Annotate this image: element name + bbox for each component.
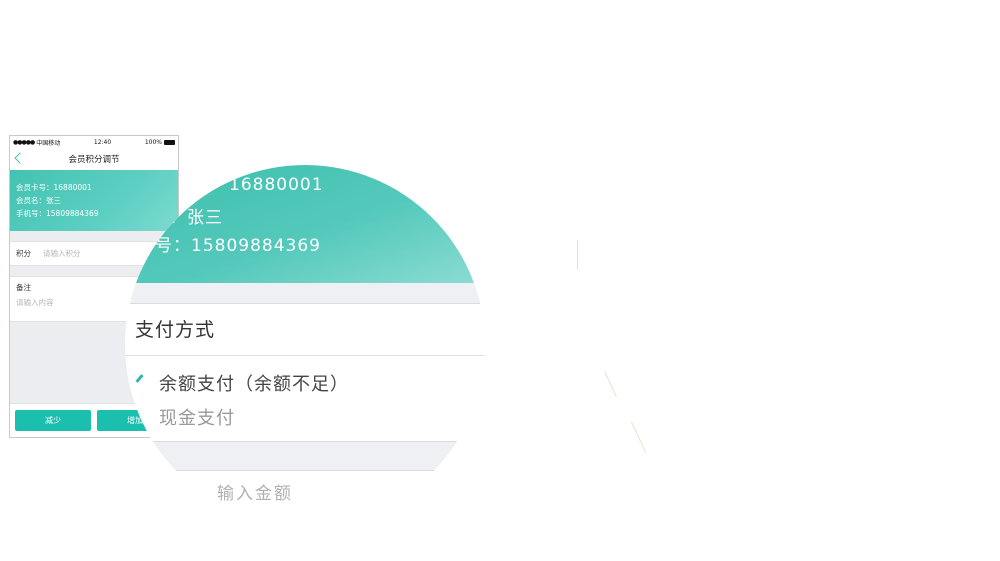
zoomed-card-number: 16880001 xyxy=(229,175,324,195)
check-icon xyxy=(135,374,144,383)
divider xyxy=(125,355,485,356)
status-time: 12:40 xyxy=(93,138,112,146)
payment-method-title: 支付方式 xyxy=(135,319,216,341)
battery-icon xyxy=(164,139,175,145)
decorative-line xyxy=(577,240,578,270)
signal-icon: ●●●●● xyxy=(13,138,35,146)
status-bar: ●●●●● 中国移动 12:40 100% xyxy=(10,136,178,148)
decorative-line xyxy=(630,421,647,453)
cash-payment-option[interactable]: 现金支付 xyxy=(159,404,235,430)
decorative-line xyxy=(604,371,617,397)
zoomed-bottom-gap xyxy=(125,441,485,471)
carrier-label: 中国移动 xyxy=(36,139,61,147)
balance-payment-option[interactable]: 余额支付（余额不足） xyxy=(159,370,349,396)
back-chevron-icon[interactable] xyxy=(14,152,26,164)
page-title: 会员积分调节 xyxy=(68,155,120,165)
battery-percent: 100% xyxy=(144,138,162,146)
points-label: 积分 xyxy=(16,249,31,258)
amount-input[interactable]: 输入金额 xyxy=(217,479,293,504)
decrease-button[interactable]: 减少 xyxy=(15,410,91,431)
zoomed-section-gap xyxy=(125,283,485,304)
magnifier-zoom: 16880001 ：张三 号：15809884369 支付方式 余额支付（余额不… xyxy=(125,165,485,525)
zoomed-member-name: ：张三 xyxy=(169,208,223,228)
zoomed-member-card: 16880001 ：张三 号：15809884369 xyxy=(125,165,485,283)
points-input[interactable]: 请输入积分 xyxy=(43,248,81,259)
zoomed-member-phone: 号：15809884369 xyxy=(155,236,321,256)
